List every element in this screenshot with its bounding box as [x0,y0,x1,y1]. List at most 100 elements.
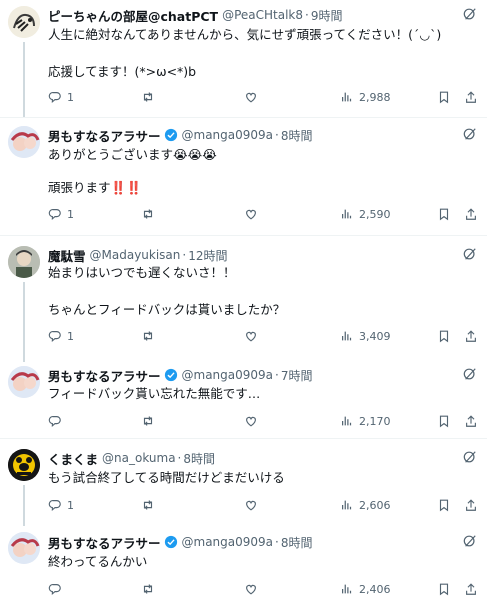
retweet-button[interactable] [141,329,155,343]
tweet-4[interactable]: 男もすなるアラサー @manga0909a · 7時間 フィードバック貰い忘れた… [0,362,487,438]
display-name[interactable]: くまくま [48,449,98,468]
share-icon [464,414,478,428]
like-button[interactable] [244,582,258,596]
tweet-6[interactable]: 男もすなるアラサー @manga0909a · 8時間 終わってるんかい 2,4… [0,526,487,604]
retweet-button[interactable] [141,498,155,512]
share-button[interactable] [464,329,478,343]
tweet-1[interactable]: ピーちゃんの部屋@chatPCT @PeaCHtalk8 · 9時間 人生に絶対… [0,0,487,117]
views-button[interactable]: 2,406 [340,582,391,596]
avatar[interactable] [8,532,40,564]
timestamp[interactable]: 8時間 [183,450,215,467]
reply-button[interactable] [48,414,67,428]
bookmark-button[interactable] [437,207,451,221]
share-button[interactable] [464,582,478,596]
views-icon [340,207,354,221]
views-button[interactable]: 3,409 [340,329,391,343]
bookmark-icon [437,207,451,221]
share-button[interactable] [464,498,478,512]
avatar[interactable] [8,246,40,278]
share-icon [464,207,478,221]
share-icon [464,498,478,512]
retweet-icon [141,329,155,343]
reply-icon [48,329,62,343]
share-button[interactable] [464,207,478,221]
timestamp[interactable]: 12時間 [188,247,227,264]
retweet-button[interactable] [141,90,155,104]
retweet-icon [141,207,155,221]
grok-icon[interactable] [463,7,477,21]
avatar[interactable] [8,449,40,481]
like-icon [244,498,258,512]
views-button[interactable]: 2,170 [340,414,391,428]
share-button[interactable] [464,90,478,104]
avatar[interactable] [8,6,40,38]
tweet-header: 男もすなるアラサー @manga0909a · 7時間 [48,366,477,384]
display-name[interactable]: 魔駄雪 [48,246,86,265]
user-handle[interactable]: @PeaCHtalk8 [222,8,303,22]
avatar[interactable] [8,366,40,398]
reply-count: 1 [67,329,74,343]
bookmark-button[interactable] [437,498,451,512]
user-handle[interactable]: @manga0909a [182,535,274,549]
timestamp[interactable]: 8時間 [281,127,313,144]
retweet-button[interactable] [141,582,155,596]
display-name[interactable]: 男もすなるアラサー [48,366,161,385]
views-icon [340,329,354,343]
bookmark-button[interactable] [437,329,451,343]
user-handle[interactable]: @Madayukisan [90,248,181,262]
reply-button[interactable] [48,582,67,596]
display-name[interactable]: ピーちゃんの部屋@chatPCT [48,6,218,25]
bookmark-button[interactable] [437,90,451,104]
tweet-5[interactable]: くまくま @na_okuma · 8時間 もう試合終了してる時間だけどまだいける… [0,439,487,526]
like-button[interactable] [244,90,258,104]
tweet-2[interactable]: 男もすなるアラサー @manga0909a · 8時間 ありがとうございます😭😭… [0,118,487,235]
like-button[interactable] [244,329,258,343]
retweet-icon [141,414,155,428]
timestamp[interactable]: 8時間 [281,534,313,551]
retweet-button[interactable] [141,414,155,428]
retweet-button[interactable] [141,207,155,221]
like-button[interactable] [244,414,258,428]
views-button[interactable]: 2,590 [340,207,391,221]
tweet-header: 男もすなるアラサー @manga0909a · 8時間 [48,533,477,551]
reply-button[interactable]: 1 [48,329,74,343]
views-count: 2,170 [359,414,391,428]
tweet-text-line-1: 人生に絶対なんてありませんから、気にせず頑張ってください！(´◡`) [48,27,442,42]
timestamp[interactable]: 9時間 [311,7,343,24]
grok-icon[interactable] [463,367,477,381]
separator: · [275,368,279,382]
views-count: 2,606 [359,498,391,512]
like-button[interactable] [244,207,258,221]
grok-icon[interactable] [463,450,477,464]
user-handle[interactable]: @manga0909a [182,368,274,382]
verified-badge-icon [164,535,178,549]
bookmark-button[interactable] [437,414,451,428]
action-bar: 1 2,988 [48,90,477,106]
timestamp[interactable]: 7時間 [281,367,313,384]
grok-icon[interactable] [463,534,477,548]
reply-button[interactable]: 1 [48,207,74,221]
display-name[interactable]: 男もすなるアラサー [48,126,161,145]
verified-badge-icon [164,368,178,382]
action-bar: 2,406 [48,582,477,598]
user-handle[interactable]: @na_okuma [102,451,176,465]
bookmark-icon [437,414,451,428]
avatar[interactable] [8,126,40,158]
views-button[interactable]: 2,606 [340,498,391,512]
tweet-3[interactable]: 魔駄雪 @Madayukisan · 12時間 始まりはいつでも遅くないさ！！ … [0,236,487,362]
grok-icon[interactable] [463,247,477,261]
user-handle[interactable]: @manga0909a [182,128,274,142]
display-name[interactable]: 男もすなるアラサー [48,533,161,552]
reply-count: 1 [67,498,74,512]
like-button[interactable] [244,498,258,512]
bookmark-icon [437,498,451,512]
bookmark-button[interactable] [437,582,451,596]
reply-button[interactable]: 1 [48,90,74,104]
reply-button[interactable]: 1 [48,498,74,512]
retweet-icon [141,498,155,512]
views-icon [340,90,354,104]
views-button[interactable]: 2,988 [340,90,391,104]
share-button[interactable] [464,414,478,428]
tweet-text-line-1: もう試合終了してる時間だけどまだいける [48,470,285,485]
grok-icon[interactable] [463,127,477,141]
